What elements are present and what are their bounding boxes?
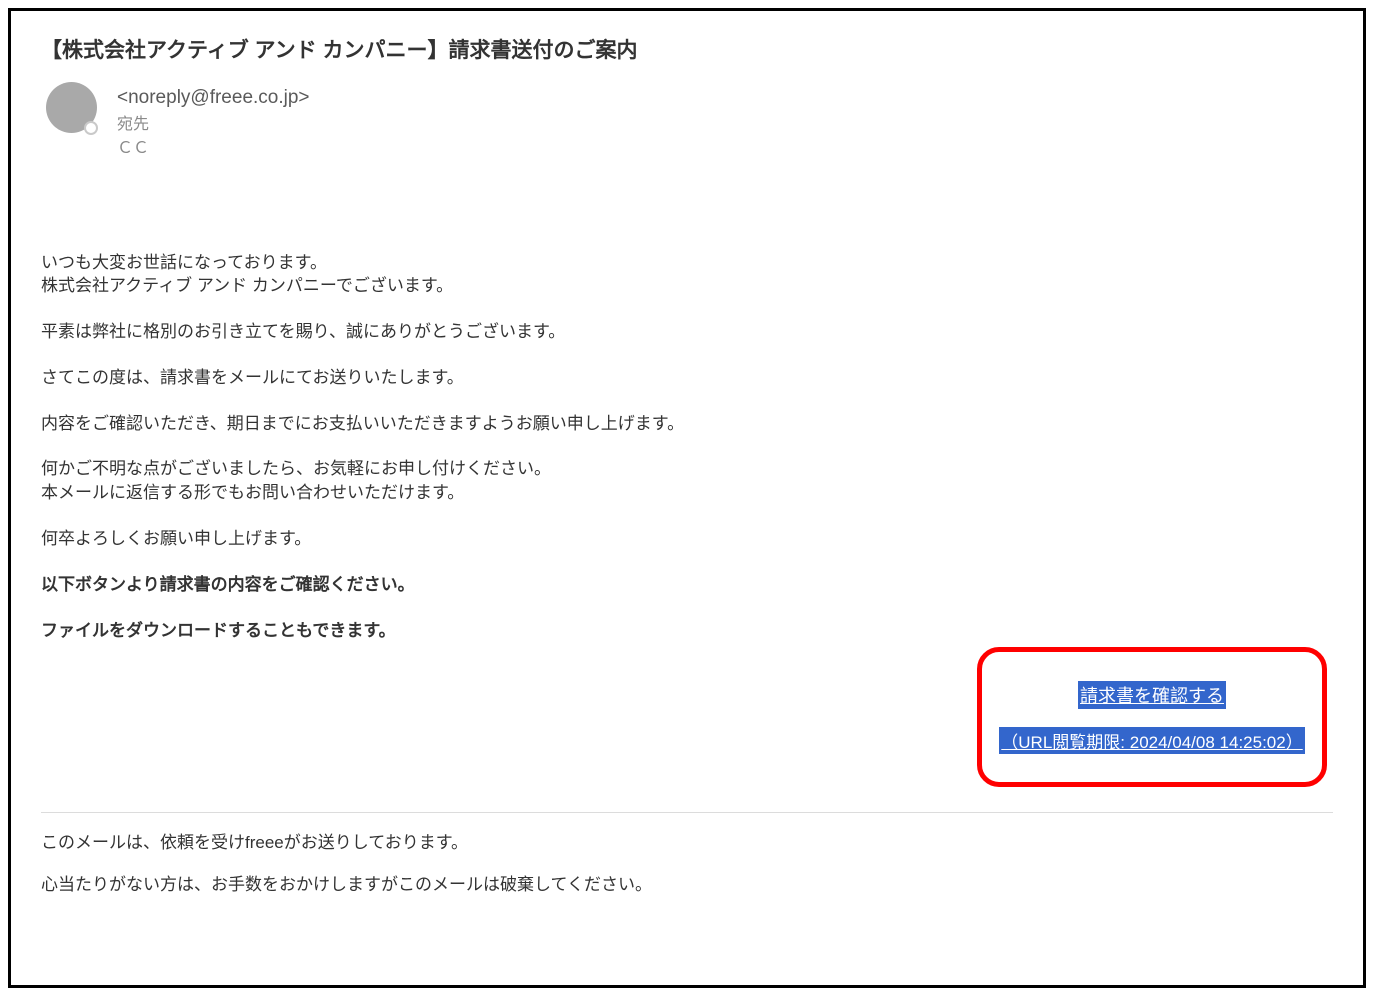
- email-body: いつも大変お世話になっております。 株式会社アクティブ アンド カンパニーでござ…: [41, 251, 1333, 643]
- greeting-line-1: いつも大変お世話になっております。: [41, 251, 1333, 275]
- closing-line: 何卒よろしくお願い申し上げます。: [41, 527, 1333, 551]
- cc-label: ＣＣ: [117, 137, 310, 161]
- inquiry-line-2: 本メールに返信する形でもお問い合わせいただけます。: [41, 481, 1333, 505]
- footer-line-2: 心当たりがない方は、お手数をおかけしますがこのメールは破棄してください。: [41, 873, 1333, 897]
- email-window: 【株式会社アクティブ アンド カンパニー】請求書送付のご案内 <noreply@…: [8, 8, 1366, 988]
- sender-row: <noreply@freee.co.jp> 宛先 ＣＣ: [41, 82, 1333, 161]
- inquiry-block: 何かご不明な点がございましたら、お気軽にお申し付けください。 本メールに返信する…: [41, 457, 1333, 505]
- bold-instruction-1: 以下ボタンより請求書の内容をご確認ください。: [41, 573, 1333, 597]
- thanks-line: 平素は弊社に格別のお引き立てを賜り、誠にありがとうございます。: [41, 320, 1333, 344]
- email-subject: 【株式会社アクティブ アンド カンパニー】請求書送付のご案内: [41, 34, 1333, 64]
- divider: [41, 812, 1333, 813]
- presence-indicator-icon: [84, 121, 98, 135]
- bold-instruction-2: ファイルをダウンロードすることもできます。: [41, 619, 1333, 643]
- invoice-notice-line: さてこの度は、請求書をメールにてお送りいたします。: [41, 366, 1333, 390]
- cta-highlight-box: 請求書を確認する （URL閲覧期限: 2024/04/08 14:25:02）: [977, 647, 1327, 787]
- from-address: <noreply@freee.co.jp>: [117, 84, 310, 113]
- avatar: [46, 82, 102, 138]
- inquiry-line-1: 何かご不明な点がございましたら、お気軽にお申し付けください。: [41, 457, 1333, 481]
- greeting-line-2: 株式会社アクティブ アンド カンパニーでございます。: [41, 274, 1333, 298]
- email-footer: このメールは、依頼を受けfreeeがお送りしております。 心当たりがない方は、お…: [41, 831, 1333, 897]
- sender-meta: <noreply@freee.co.jp> 宛先 ＣＣ: [117, 82, 310, 161]
- footer-line-1: このメールは、依頼を受けfreeeがお送りしております。: [41, 831, 1333, 855]
- greeting-block: いつも大変お世話になっております。 株式会社アクティブ アンド カンパニーでござ…: [41, 251, 1333, 299]
- url-expiry-link[interactable]: （URL閲覧期限: 2024/04/08 14:25:02）: [999, 727, 1304, 754]
- to-label: 宛先: [117, 113, 310, 137]
- confirm-invoice-link[interactable]: 請求書を確認する: [1078, 681, 1226, 709]
- payment-request-line: 内容をご確認いただき、期日までにお支払いいただきますようお願い申し上げます。: [41, 412, 1333, 436]
